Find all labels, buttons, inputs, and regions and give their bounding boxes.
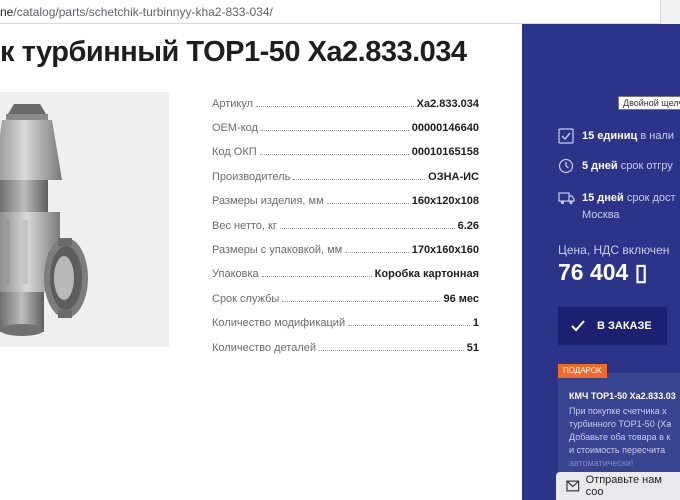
spec-value: 6.26 xyxy=(457,220,479,232)
spec-label: Размеры изделия, мм xyxy=(212,195,324,207)
check-box-icon xyxy=(558,128,574,144)
shipping-days-text: срок отгру xyxy=(617,160,673,172)
spec-value: ОЗНА-ИС xyxy=(428,171,479,183)
spec-dots xyxy=(260,130,409,131)
spec-value: 51 xyxy=(466,342,479,354)
spec-dots xyxy=(326,203,409,204)
spec-value: 96 мес xyxy=(443,293,479,305)
checkmark-icon xyxy=(571,320,585,332)
spec-label: ОЕМ-код xyxy=(212,122,258,134)
spec-row: Артикул Ха2.833.034 xyxy=(212,92,479,110)
shipping-days: 5 дней xyxy=(582,160,618,172)
gift-description: При покупке счетчика х турбинного TOP1-5… xyxy=(569,405,680,470)
spec-row: Количество деталей 51 xyxy=(212,336,479,354)
browser-toolbar-edge xyxy=(660,0,680,24)
spec-label: Упаковка xyxy=(212,268,259,280)
water-meter-illustration xyxy=(0,104,88,336)
product-image[interactable] xyxy=(0,92,169,347)
truck-icon xyxy=(558,192,575,205)
spec-dots xyxy=(282,301,441,302)
spec-label: Производитель xyxy=(212,171,291,183)
gift-line: Добавьте оба товара в к xyxy=(569,432,671,442)
spec-value: 00000146640 xyxy=(411,122,479,134)
in-cart-button-label: В ЗАКАЗЕ xyxy=(597,320,652,332)
spec-label: Количество деталей xyxy=(212,342,317,354)
gift-badge: ПОДАРОК xyxy=(558,364,607,378)
spec-value: 00010165158 xyxy=(411,146,479,158)
spec-dots xyxy=(256,106,414,107)
browser-url-bar[interactable]: ne/catalog/parts/schetchik-turbinnyy-kha… xyxy=(0,0,680,24)
tooltip: Двойной щелч xyxy=(618,96,680,110)
spec-row: Упаковка Коробка картонная xyxy=(212,262,479,280)
price-value: 76 404 ▯ xyxy=(558,259,648,285)
url-text[interactable]: ne/catalog/parts/schetchik-turbinnyy-kha… xyxy=(0,5,273,19)
spec-dots xyxy=(348,325,470,326)
spec-row: Код ОКП 00010165158 xyxy=(212,140,479,158)
spec-value: 170x160x160 xyxy=(411,244,479,256)
spec-value: Ха2.833.034 xyxy=(416,98,479,110)
spec-row: Вес нетто, кг 6.26 xyxy=(212,214,479,232)
clock-icon xyxy=(558,158,574,174)
spec-dots xyxy=(319,350,464,351)
spec-dots xyxy=(279,228,455,229)
spec-row: Срок службы 96 мес xyxy=(212,287,479,305)
spec-value: Коробка картонная xyxy=(374,268,479,280)
spec-dots xyxy=(261,276,372,277)
spec-label: Размеры с упаковкой, мм xyxy=(212,244,343,256)
gift-line: турбинного TOP1-50 (Ха xyxy=(569,419,672,429)
gift-line: При покупке счетчика х xyxy=(569,406,667,416)
spec-row: Производитель ОЗНА-ИС xyxy=(212,165,479,183)
spec-row: Размеры изделия, мм 160x120x108 xyxy=(212,189,479,207)
spec-label: Вес нетто, кг xyxy=(212,220,277,232)
chat-widget-label: Отправьте нам соо xyxy=(585,474,662,498)
delivery-days-text: срок дост xyxy=(623,192,676,204)
stock-count: 15 единиц xyxy=(582,130,638,142)
price-label: Цена, НДС включен xyxy=(558,243,670,257)
page-title: к турбинный TOP1-50 Ха2.833.034 xyxy=(0,36,467,68)
spec-label: Артикул xyxy=(212,98,254,110)
gift-line: автоматически! xyxy=(569,458,634,468)
delivery-days: 15 дней xyxy=(582,192,624,204)
spec-row: Размеры с упаковкой, мм 170x160x160 xyxy=(212,238,479,256)
spec-dots xyxy=(293,179,426,180)
envelope-icon xyxy=(566,480,580,492)
spec-row: Количество модификаций 1 xyxy=(212,311,479,329)
delivery-city: Москва xyxy=(582,209,620,221)
spec-dots xyxy=(259,154,409,155)
spec-dots xyxy=(345,252,409,253)
chat-widget-button[interactable]: Отправьте нам соо xyxy=(556,472,680,500)
spec-value: 1 xyxy=(472,317,479,329)
spec-value: 160x120x108 xyxy=(411,195,479,207)
spec-label: Код ОКП xyxy=(212,146,257,158)
stock-count-text: в нали xyxy=(637,130,675,142)
gift-title[interactable]: КМЧ TOP1-50 Ха2.833.03 xyxy=(569,391,676,401)
spec-label: Количество модификаций xyxy=(212,317,346,329)
gift-line: и стоимость пересчита xyxy=(569,445,666,455)
in-cart-button[interactable]: В ЗАКАЗЕ xyxy=(558,307,667,345)
spec-row: ОЕМ-код 00000146640 xyxy=(212,116,479,134)
spec-label: Срок службы xyxy=(212,293,280,305)
